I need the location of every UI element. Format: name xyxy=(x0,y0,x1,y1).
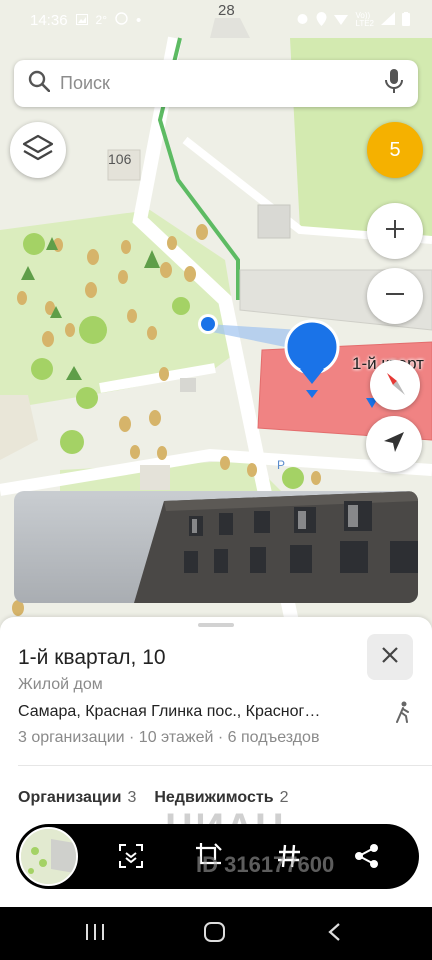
image-icon xyxy=(75,12,88,29)
compass-icon xyxy=(381,369,409,402)
watermark-id: ID 316177600 xyxy=(196,852,335,877)
close-button[interactable] xyxy=(367,634,413,680)
street-photo[interactable] xyxy=(14,491,418,603)
place-title: 1-й квартал, 10 xyxy=(18,646,166,669)
wifi-icon xyxy=(334,12,349,28)
tab-organizations[interactable]: Организации 3 xyxy=(18,789,136,807)
minus-icon xyxy=(385,284,405,309)
zoom-out-button[interactable] xyxy=(367,268,423,324)
my-location-dot xyxy=(201,317,215,331)
battery-icon xyxy=(402,11,410,29)
share-icon[interactable] xyxy=(352,841,382,871)
house-number-label: 106 xyxy=(108,151,132,167)
system-nav-bar xyxy=(0,907,432,960)
search-input[interactable]: Поиск xyxy=(60,73,384,94)
compass-button[interactable] xyxy=(370,360,420,410)
location-icon xyxy=(316,11,327,29)
search-icon xyxy=(28,70,51,97)
whatsapp-icon xyxy=(115,11,128,29)
plus-icon xyxy=(385,219,405,244)
locate-me-button[interactable] xyxy=(366,416,422,472)
alarm-icon xyxy=(296,12,309,28)
recent-apps-icon[interactable] xyxy=(84,920,106,949)
scan-icon[interactable] xyxy=(116,841,146,871)
walking-person-icon[interactable] xyxy=(394,701,412,728)
place-type: Жилой дом xyxy=(18,676,103,693)
screenshot-thumbnail[interactable] xyxy=(19,827,78,886)
drag-handle[interactable] xyxy=(198,623,234,627)
place-address: Самара, Красная Глинка пос., Красног… xyxy=(18,703,321,720)
divider xyxy=(18,765,432,766)
layers-icon xyxy=(22,134,54,167)
traffic-button[interactable]: 5 xyxy=(367,122,423,178)
search-bar[interactable]: Поиск xyxy=(14,60,418,107)
status-temperature: 2° xyxy=(95,13,108,27)
zoom-in-button[interactable] xyxy=(367,203,423,259)
signal-icon xyxy=(381,12,395,28)
navigation-arrow-icon xyxy=(383,431,405,458)
home-icon[interactable] xyxy=(203,920,227,949)
place-tabs: Организации 3 Недвижимость 2 xyxy=(18,789,288,807)
status-time: 14:36 xyxy=(30,11,68,29)
screen: 28 106 1-й кварт P 14:36 2° • Vo)) LTE2 … xyxy=(0,0,432,960)
tab-real-estate[interactable]: Недвижимость 2 xyxy=(154,789,288,807)
microphone-icon[interactable] xyxy=(384,68,404,99)
back-icon[interactable] xyxy=(325,920,345,949)
dot-icon: • xyxy=(136,11,142,29)
traffic-level: 5 xyxy=(389,138,401,161)
status-bar: 14:36 2° • Vo)) LTE2 xyxy=(0,0,432,40)
place-details: 3 организации · 10 этажей · 6 подъездов xyxy=(18,729,320,746)
layers-button[interactable] xyxy=(10,122,66,178)
parking-label: P xyxy=(277,458,286,472)
close-icon xyxy=(381,646,399,669)
signal-text: Vo)) LTE2 xyxy=(355,11,374,28)
